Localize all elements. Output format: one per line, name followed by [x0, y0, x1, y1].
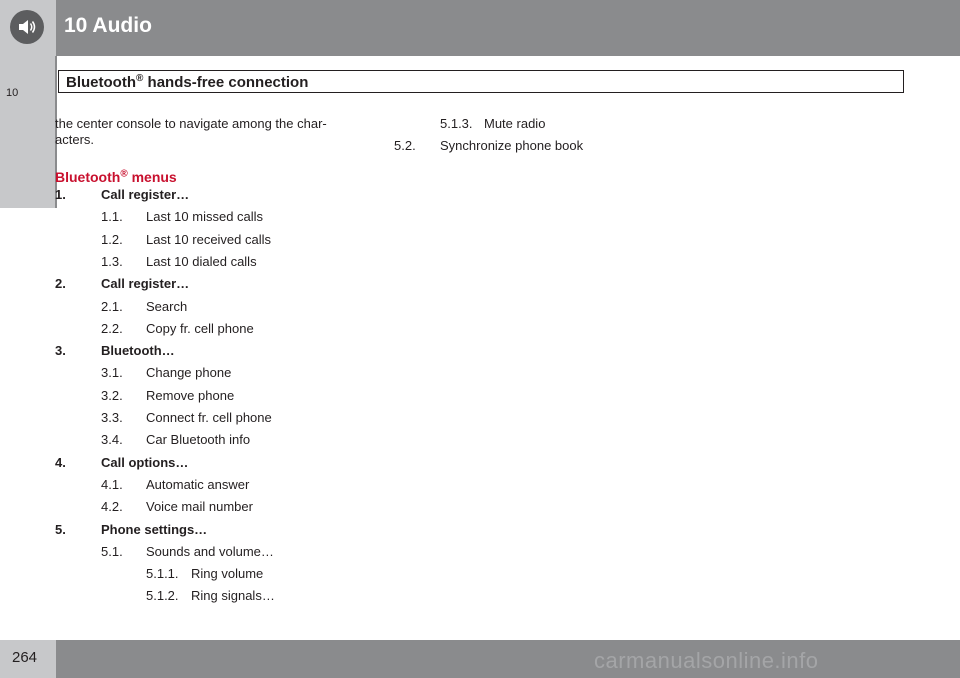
- menu-item-label: Call register…: [101, 187, 190, 202]
- menu-item-number: 1.: [55, 187, 66, 202]
- menu-item-number: 5.: [55, 521, 66, 537]
- menu-item-number: 5.1.: [101, 543, 123, 559]
- chapter-icon-box: [0, 0, 56, 56]
- menu-item-label: Copy fr. cell phone: [146, 320, 254, 336]
- menu-item-label: Remove phone: [146, 387, 235, 403]
- menu-item-number: 5.2.: [394, 138, 416, 153]
- menu-item-number: 3.4.: [101, 432, 123, 448]
- menu-item-number: 4.: [55, 454, 66, 470]
- menu-item-label: Bluetooth…: [101, 343, 175, 359]
- menu-item-number: 2.1.: [101, 298, 123, 314]
- menu-item-number: 1.1.: [101, 209, 123, 225]
- menu-item-label: Connect fr. cell phone: [146, 410, 272, 425]
- menu-item-number: 4.2.: [101, 499, 123, 515]
- speaker-icon: [10, 10, 44, 44]
- menus-heading: Bluetooth® menus: [55, 168, 177, 185]
- menu-item-label: Phone settings…: [101, 521, 208, 537]
- menu-item-number: 5.1.3.: [440, 116, 473, 131]
- menu-item-label: Call options…: [101, 454, 189, 470]
- menu-item-number: 5.1.1.: [146, 566, 179, 582]
- menu-item-label: Synchronize phone book: [440, 138, 584, 153]
- menu-item-label: Last 10 missed calls: [146, 209, 264, 225]
- menu-item-label: Sounds and volume…: [146, 543, 274, 559]
- page-number: 264: [12, 649, 38, 666]
- menu-item-label: Last 10 dialed calls: [146, 253, 257, 269]
- menu-item-label: Call register…: [101, 276, 190, 292]
- menu-item-number: 1.3.: [101, 253, 123, 269]
- side-tab-number: 10: [6, 87, 19, 99]
- menu-item-label: Ring volume: [191, 566, 264, 582]
- menu-item-number: 5.1.2.: [146, 588, 179, 604]
- menu-item-number: 2.2.: [101, 320, 123, 336]
- watermark-text: carmanualsonline.info: [594, 648, 819, 673]
- menu-item-label: Change phone: [146, 365, 232, 381]
- menu-item-number: 3.1.: [101, 365, 123, 381]
- menu-item-number: 1.2.: [101, 231, 123, 247]
- section-title: Bluetooth® hands-free connection: [58, 70, 904, 93]
- chapter-side-tab: [0, 56, 56, 208]
- menu-item-number: 3.: [55, 343, 66, 359]
- menu-item-label: Car Bluetooth info: [146, 432, 251, 448]
- menu-item-label: Voice mail number: [146, 499, 253, 515]
- menu-item-label: Ring signals…: [191, 588, 275, 604]
- intro-text: the center console to navigate among the…: [55, 116, 327, 147]
- menu-item-label: Mute radio: [484, 116, 546, 131]
- menu-item-number: 3.3.: [101, 410, 123, 425]
- menu-item-label: Search: [146, 298, 188, 314]
- chapter-title: 10 Audio: [64, 14, 152, 37]
- menu-item-number: 3.2.: [101, 387, 123, 403]
- menu-item-number: 2.: [55, 276, 66, 292]
- menu-item-label: Automatic answer: [146, 476, 250, 492]
- menu-item-label: Last 10 received calls: [146, 231, 272, 247]
- menu-item-number: 4.1.: [101, 476, 123, 492]
